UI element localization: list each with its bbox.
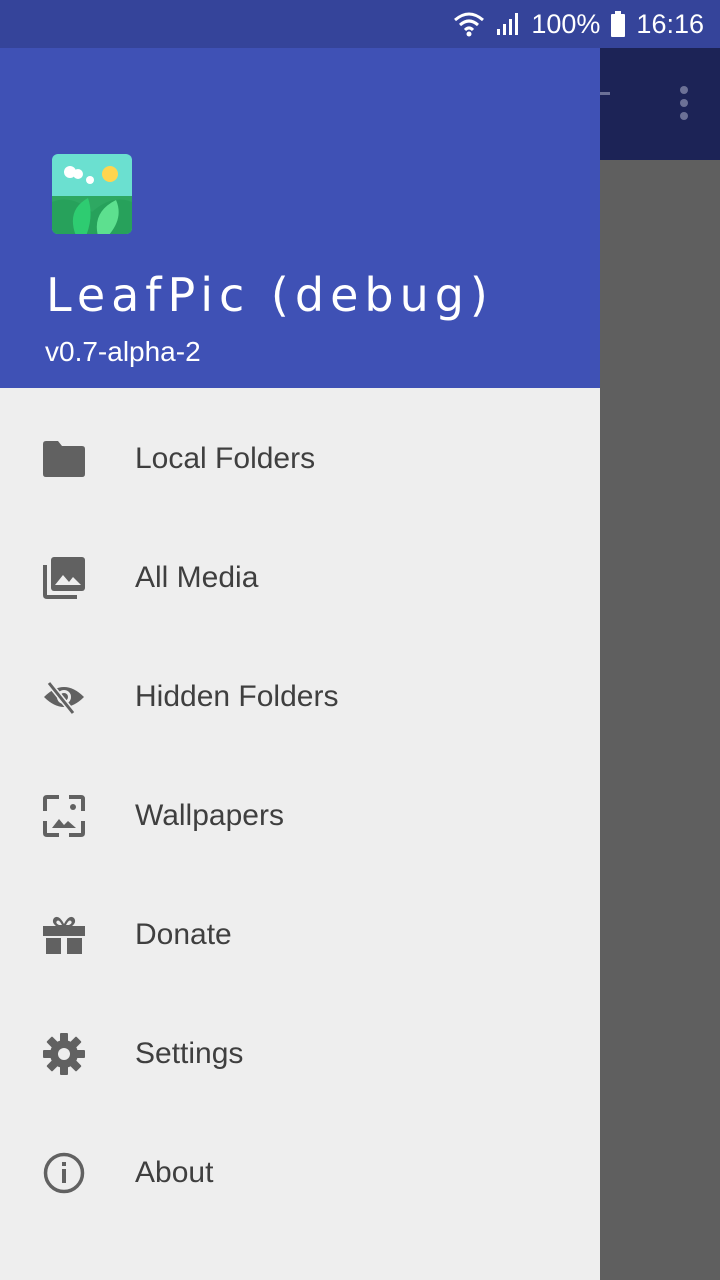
eye-off-icon [42,675,86,719]
app-version: v0.7-alpha-2 [45,336,201,367]
menu-item-settings[interactable]: Settings [0,994,600,1113]
menu-item-label: Local Folders [135,441,316,475]
menu-item-about[interactable]: About [0,1113,600,1232]
navigation-drawer: LeafPic (debug) v0.7-alpha-2 Local Folde… [0,48,600,1280]
battery-icon [610,11,626,37]
drawer-menu: Local Folders All Media Hidden Folders W… [0,388,600,1232]
wifi-icon [453,11,485,37]
menu-item-label: Settings [135,1036,244,1070]
menu-item-wallpapers[interactable]: Wallpapers [0,756,600,875]
menu-item-label: Hidden Folders [135,679,339,713]
menu-item-label: All Media [135,560,259,594]
clock: 16:16 [636,8,704,39]
menu-item-donate[interactable]: Donate [0,875,600,994]
menu-item-label: About [135,1155,214,1189]
app-title: LeafPic (debug) [46,268,494,322]
gift-icon [42,913,86,957]
background-toolbar-icon [600,92,610,95]
gear-icon [42,1032,86,1076]
signal-icon [495,11,521,37]
app-logo [52,154,132,234]
menu-item-all-media[interactable]: All Media [0,518,600,637]
battery-percent: 100% [531,8,601,39]
folder-icon [42,437,86,481]
menu-item-hidden-folders[interactable]: Hidden Folders [0,637,600,756]
wallpaper-icon [42,794,86,838]
info-icon [42,1151,86,1195]
photo-library-icon [42,556,86,600]
menu-item-label: Donate [135,917,232,951]
status-bar: 100% 16:16 [0,0,720,48]
overflow-menu-icon[interactable] [678,86,690,126]
menu-item-local-folders[interactable]: Local Folders [0,399,600,518]
menu-item-label: Wallpapers [135,798,284,832]
drawer-header: LeafPic (debug) v0.7-alpha-2 [0,48,600,388]
